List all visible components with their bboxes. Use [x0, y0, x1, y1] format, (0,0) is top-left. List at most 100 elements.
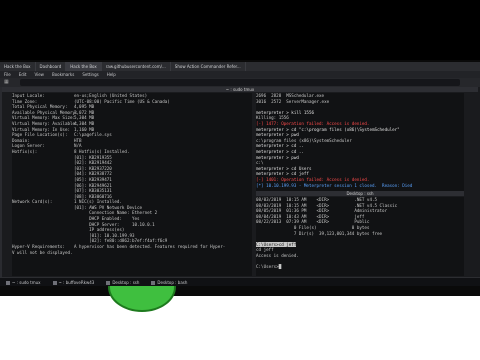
taskbar-label: Desktop : ssh: [112, 280, 140, 285]
terminal-value: [01]: KB2919355: [74, 154, 112, 160]
terminal-value: en-us;English (United States): [74, 93, 148, 98]
terminal-text: meterpreter > pwd: [256, 154, 299, 160]
terminal-value: N/A: [74, 143, 82, 149]
menu-file[interactable]: File: [0, 72, 15, 77]
terminal-text: meterpreter > cd Users: [256, 165, 312, 171]
terminal-key: Hotfix(s):: [12, 148, 38, 154]
terminal-icon: [52, 280, 57, 285]
terminal-text: [*] 10.10.199.93 - Meterpreter session 1…: [256, 182, 413, 188]
terminal-text: C:\Users>cd jeff: [256, 241, 297, 247]
terminal-value: [05]: KB2939471: [74, 176, 112, 182]
terminal-text: meterpreter > cd ..: [256, 143, 304, 149]
sidebar-strip: [0, 87, 2, 277]
taskbar-label: Desktop : bash: [157, 280, 188, 285]
terminal-value: [01]: 10.10.199.93: [74, 232, 135, 238]
terminal-value: 3,072 MB: [74, 109, 95, 115]
terminal-text: C:\Users>: [256, 264, 279, 270]
browser-tab[interactable]: Hack the Box: [66, 62, 102, 71]
terminal-text: cd jeff: [256, 247, 274, 253]
terminal-value: [02]: fe80::d862:b7ef:f4af:f6c9: [74, 238, 168, 244]
terminal-text: meterpreter > kill 1556: [256, 109, 314, 115]
browser-tab[interactable]: Dashboard: [36, 62, 67, 71]
terminal-text: Access is denied.: [256, 252, 299, 258]
terminal-value: [02]: KB2919442: [74, 160, 112, 166]
terminal-value: [08]: KB3060716: [74, 193, 112, 199]
tab-label: Hack the Box: [70, 64, 97, 69]
menu-settings[interactable]: Settings: [78, 72, 102, 77]
terminal-title-right: Desktop : ssh: [256, 191, 464, 196]
terminal-line: [*] 10.10.199.93 - Meterpreter session 1…: [256, 183, 464, 189]
browser-tab[interactable]: Hack the Box: [0, 62, 36, 71]
menu-view[interactable]: View: [30, 72, 48, 77]
taskbar: ~ : sudo tmux ~ : buffoveRkw43 Desktop :…: [0, 277, 480, 286]
terminal-icon: [106, 280, 111, 285]
tab-label: Hack the Box: [4, 64, 31, 69]
desktop-screen: Hack the Box Dashboard Hack the Box raw.…: [0, 62, 480, 286]
terminal-text: meterpreter > pwd: [256, 132, 299, 138]
terminal-text: meterpreter > cd jeff: [256, 171, 309, 177]
page-background-bottom: [0, 296, 480, 360]
terminal-value: DHCP Server: 10.10.0.1: [74, 221, 155, 227]
terminal-value: Connection Name: Ethernet 2: [74, 210, 158, 216]
browser-tab[interactable]: Show Action Commander Refer...: [171, 62, 246, 71]
terminal-value: [06]: KB2949621: [74, 182, 112, 188]
letterbox-top: [0, 0, 480, 60]
terminal-value: 8 Hotfix(s) Installed.: [74, 148, 130, 154]
menubar: File Edit View Bookmarks Settings Help: [0, 71, 480, 78]
terminal-key: V will not be displayed.: [12, 249, 73, 255]
terminal-line: V will not be displayed.: [12, 250, 252, 256]
terminal-value: 1,160 MB: [74, 126, 95, 132]
terminal-text: c:\program files (x86)\SystemScheduler: [256, 137, 352, 143]
terminal-text: 08/05/2019 01:36 PM <DIR> Administrator: [256, 208, 388, 214]
browser-tab[interactable]: raw.githubusercontent.com/...: [102, 62, 171, 71]
terminal-value: [03]: KB2937220: [74, 165, 112, 171]
terminal-text: c:\: [256, 160, 264, 166]
address-input[interactable]: [20, 79, 460, 86]
terminal-value: 4,095 MB: [74, 104, 95, 110]
terminal-value: 1 NIC(s) Installed.: [74, 199, 122, 205]
tab-label: raw.githubusercontent.com/...: [105, 64, 166, 69]
terminal-pane-left[interactable]: Input Locale: en-us;English (United State…: [12, 93, 252, 276]
terminal-text: 08/22/2013 07:39 AM <DIR> Public: [256, 219, 370, 225]
terminal-value: IP address(es): [74, 227, 125, 233]
terminal-text: 3016 2572 ServerManager.exe: [256, 98, 330, 104]
taskbar-label: ~ : buffoveRkw43: [58, 280, 95, 285]
terminal-line: C:\Users>█: [256, 264, 464, 270]
terminal-text: 08/03/2019 10:15 AM <DIR> .NET v4.5 Clas…: [256, 202, 398, 208]
cursor: █: [278, 264, 282, 270]
terminal-value: A hypervisor has been detected. Features…: [74, 244, 226, 250]
terminal-icon: [6, 280, 10, 285]
terminal-text: Killing: 1556: [256, 115, 289, 121]
terminal-text: 0 File(s) 0 bytes: [256, 224, 370, 230]
terminal-value: DHCP Enabled: Yes: [74, 216, 140, 222]
terminal-text: 7 Dir(s) 39,123,001,344 bytes free: [256, 230, 383, 236]
taskbar-label: ~ : sudo tmux: [12, 280, 41, 285]
browser-tabbar: Hack the Box Dashboard Hack the Box raw.…: [0, 62, 480, 71]
terminal-title: ~ : sudo tmux: [2, 87, 478, 92]
taskbar-item[interactable]: ~ : buffoveRkw43: [47, 280, 101, 285]
menu-bookmarks[interactable]: Bookmarks: [48, 72, 78, 77]
terminal-pane-right-bottom[interactable]: 08/03/2019 10:15 AM <DIR> .NET v4.5 08/03…: [256, 197, 464, 276]
terminal-pane-right-top[interactable]: 2696 2828 MSSchedular.exe 3016 2572 Serve…: [256, 93, 464, 191]
terminal-value: HTB: [74, 137, 82, 143]
taskbar-item[interactable]: ~ : sudo tmux: [0, 280, 47, 285]
terminal-text: meterpreter > cd ..: [256, 148, 304, 154]
terminal-icon: [151, 280, 156, 285]
taskbar-item[interactable]: Desktop : ssh: [100, 280, 145, 285]
terminal-text: 08/03/2019 10:15 AM <DIR> .NET v4.5: [256, 197, 378, 202]
tab-label: Dashboard: [39, 64, 62, 69]
taskbar-item[interactable]: Desktop : bash: [145, 280, 193, 285]
terminal-value: [04]: KB2938772: [74, 171, 112, 177]
terminal-value: C:\pagefile.sys: [74, 132, 112, 138]
terminal-text: 2696 2828 MSSchedular.exe: [256, 93, 325, 98]
terminal-text: [-] 1477: Operation failed: Access is de…: [256, 120, 370, 126]
apps-icon[interactable]: ▦: [4, 79, 9, 85]
terminal-text: 08/04/2019 10:43 AM <DIR> jeff: [256, 213, 365, 219]
terminal-text: [-] 1401: Operation failed: Access is de…: [256, 176, 370, 182]
menu-help[interactable]: Help: [103, 72, 120, 77]
terminal-value: [01]: AWS PV Network Device: [74, 204, 143, 210]
terminal-value: (UTC-08:00) Pacific Time (US & Canada): [74, 98, 170, 104]
address-bar: ▦: [0, 78, 480, 87]
menu-edit[interactable]: Edit: [15, 72, 31, 77]
terminal-value: 4,304 MB: [74, 120, 95, 126]
